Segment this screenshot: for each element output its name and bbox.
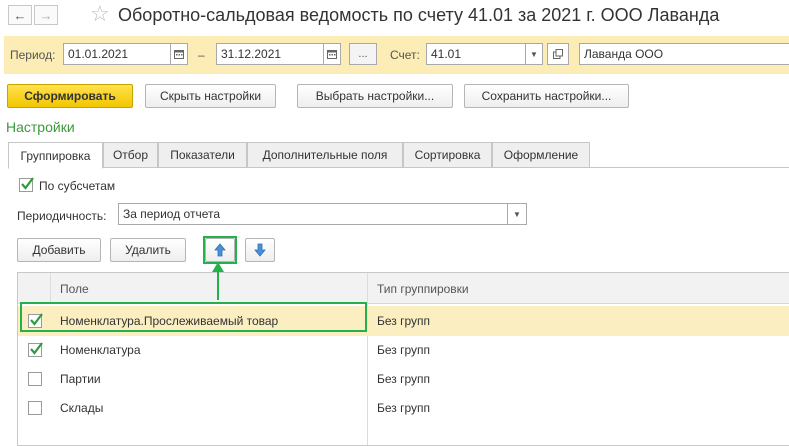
chevron-down-icon: ▼ — [530, 49, 538, 59]
account-label: Счет: — [390, 48, 420, 62]
row-checkbox[interactable] — [28, 372, 42, 386]
periodicity-dropdown-button[interactable]: ▼ — [507, 203, 527, 225]
save-settings-button[interactable]: Сохранить настройки... — [464, 84, 629, 108]
period-panel: Период: 01.01.2021 – 31.12.2021 ... Счет… — [4, 36, 789, 74]
grouping-table: Поле Тип группировки Номенклатура.Просле… — [17, 272, 789, 446]
column-header-field[interactable]: Поле — [60, 282, 89, 296]
row-field-name: Склады — [60, 401, 104, 415]
account-dropdown-button[interactable]: ▼ — [525, 43, 543, 65]
account-field[interactable]: 41.01 — [426, 43, 526, 65]
checkmark-icon — [21, 177, 34, 190]
date-to-field[interactable]: 31.12.2021 — [216, 43, 324, 65]
date-from-calendar-button[interactable] — [170, 43, 188, 65]
checkmark-icon — [30, 313, 43, 326]
row-checkbox[interactable] — [28, 401, 42, 415]
by-subaccounts-label: По субсчетам — [39, 179, 116, 193]
tab-additional-fields[interactable]: Дополнительные поля — [247, 142, 403, 168]
organization-field[interactable]: Лаванда ООО — [579, 43, 789, 65]
choose-settings-button[interactable]: Выбрать настройки... — [297, 84, 453, 108]
periodicity-field[interactable]: За период отчета — [118, 203, 508, 225]
settings-title: Настройки — [6, 119, 75, 135]
back-button[interactable]: ← — [8, 5, 32, 25]
table-row[interactable]: Номенклатура Без групп — [18, 335, 789, 365]
add-button[interactable]: Добавить — [17, 238, 101, 262]
table-header: Поле Тип группировки — [18, 273, 789, 304]
generate-button[interactable]: Сформировать — [7, 84, 133, 108]
annotation-arrow-head — [212, 262, 224, 272]
column-divider — [50, 273, 51, 304]
column-header-grouping-type[interactable]: Тип группировки — [377, 282, 469, 296]
row-field-name: Партии — [60, 372, 101, 386]
row-grouping-type: Без групп — [377, 372, 431, 386]
row-field-name: Номенклатура — [60, 343, 141, 357]
row-field-name: Номенклатура.Прослеживаемый товар — [60, 314, 279, 328]
delete-button[interactable]: Удалить — [110, 238, 186, 262]
row-grouping-type: Без групп — [377, 401, 431, 415]
favorite-star-icon[interactable]: ☆ — [90, 2, 110, 26]
period-label: Период: — [10, 48, 56, 62]
date-from-field[interactable]: 01.01.2021 — [63, 43, 171, 65]
arrow-down-icon — [254, 243, 266, 257]
periodicity-label: Периодичность: — [17, 209, 107, 223]
by-subaccounts-checkbox[interactable] — [19, 177, 34, 192]
row-checkbox[interactable] — [28, 313, 43, 328]
row-grouping-type: Без групп — [377, 343, 431, 357]
account-open-button[interactable] — [547, 43, 569, 65]
open-link-icon — [553, 49, 563, 59]
checkmark-icon — [30, 342, 43, 355]
calendar-icon — [174, 50, 184, 59]
tab-indicators[interactable]: Показатели — [158, 142, 247, 168]
move-down-button[interactable] — [245, 238, 275, 262]
forward-button[interactable]: → — [34, 5, 58, 25]
period-select-button[interactable]: ... — [349, 43, 377, 65]
tab-sorting[interactable]: Сортировка — [403, 142, 492, 168]
table-row[interactable]: Номенклатура.Прослеживаемый товар Без гр… — [18, 306, 789, 336]
tab-grouping[interactable]: Группировка — [8, 142, 103, 169]
arrow-up-icon — [214, 243, 226, 257]
tab-appearance[interactable]: Оформление — [492, 142, 590, 168]
tab-filter[interactable]: Отбор — [103, 142, 158, 168]
chevron-down-icon: ▼ — [513, 209, 521, 219]
hide-settings-button[interactable]: Скрыть настройки — [145, 84, 276, 108]
row-grouping-type: Без групп — [377, 314, 431, 328]
calendar-icon — [327, 50, 337, 59]
move-up-button[interactable] — [205, 238, 235, 262]
period-dash: – — [198, 48, 205, 62]
row-checkbox[interactable] — [28, 342, 43, 357]
table-row[interactable]: Партии Без групп — [18, 364, 789, 394]
title-bar: ← → ☆ Оборотно-сальдовая ведомость по сч… — [0, 0, 789, 34]
arrow-left-icon: ← — [13, 7, 27, 23]
arrow-right-icon: → — [39, 7, 53, 23]
date-to-calendar-button[interactable] — [323, 43, 341, 65]
table-row[interactable]: Склады Без групп — [18, 393, 789, 423]
window-title: Оборотно-сальдовая ведомость по счету 41… — [118, 5, 720, 25]
